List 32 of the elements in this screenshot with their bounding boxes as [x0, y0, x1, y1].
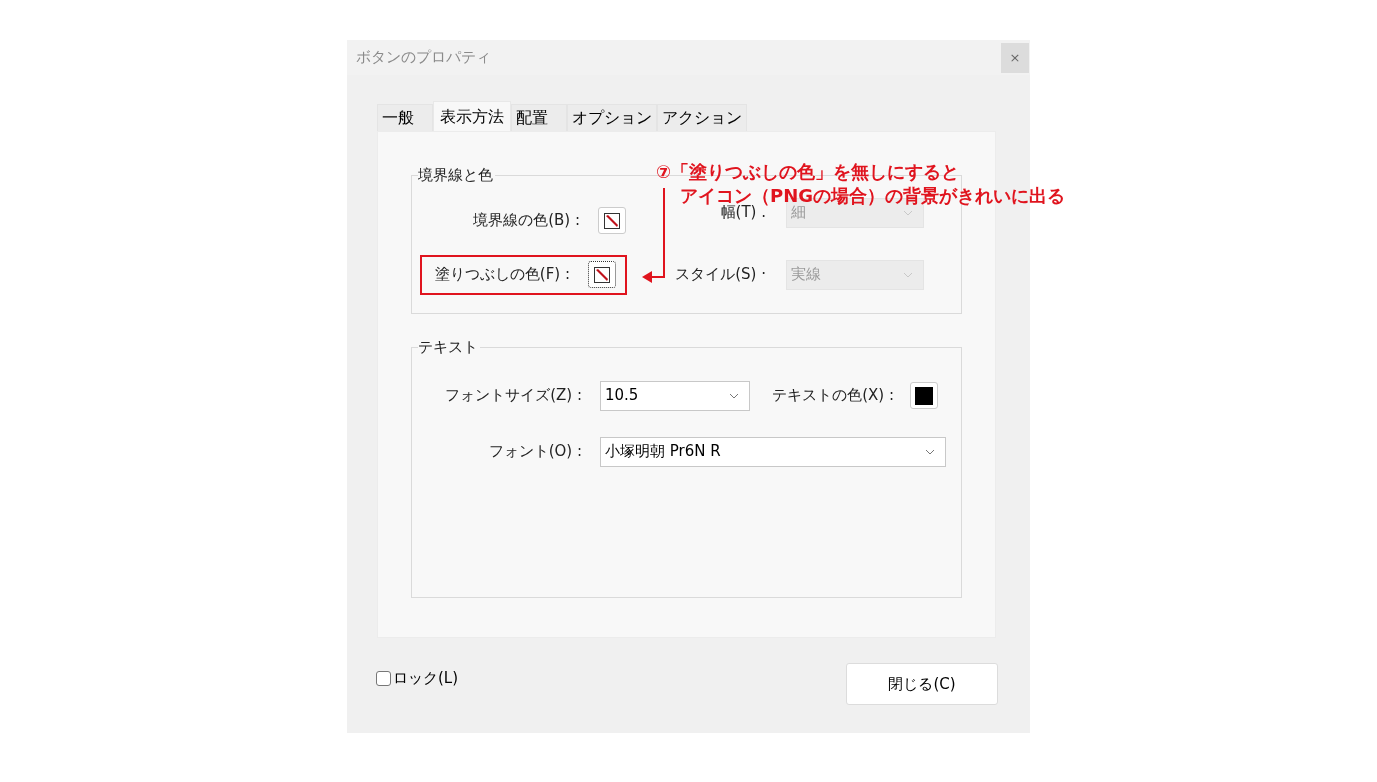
dropdown-field[interactable]: 10.5	[600, 380, 750, 411]
field-label: テキストの色(X) :	[771, 385, 894, 407]
chevron-down-icon	[903, 271, 913, 278]
tab[interactable]: 表示方法	[433, 101, 511, 131]
close-button[interactable]: ×	[1001, 42, 1029, 73]
chevron-down-icon	[925, 448, 935, 455]
tab[interactable]: 一般	[377, 104, 433, 131]
tab[interactable]: 配置	[511, 104, 567, 131]
close-dialog-button[interactable]: 閉じる(C)	[846, 663, 998, 705]
color-swatch-button[interactable]	[588, 261, 616, 288]
field-label: スタイル(S) ·	[674, 264, 766, 286]
window-title: ボタンのプロパティ	[356, 47, 491, 69]
field-label: 境界線の色(B) :	[472, 210, 580, 232]
tab[interactable]: アクション	[657, 104, 747, 131]
dropdown-field[interactable]: 小塚明朝 Pr6N R	[600, 436, 946, 467]
no-color-icon	[604, 212, 620, 229]
field-label: フォント(O) :	[487, 441, 582, 463]
dropdown-value: 小塚明朝 Pr6N R	[605, 441, 721, 463]
dropdown-value: 実線	[791, 264, 821, 286]
no-color-icon	[594, 266, 610, 283]
field-label: フォントサイズ(Z) :	[444, 385, 582, 407]
chevron-down-icon	[903, 209, 913, 216]
field-label: 幅(T) .	[719, 203, 766, 224]
checkbox-label: ロック(L)	[393, 667, 459, 689]
chevron-down-icon	[729, 392, 739, 399]
group-title: 境界線と色	[418, 165, 494, 186]
tab[interactable]: オプション	[567, 104, 657, 131]
annotation-text: ⑦「塗りつぶしの色」を無しにすると	[656, 160, 961, 184]
group-title: テキスト	[418, 337, 479, 358]
field-label: 塗りつぶしの色(F) :	[433, 264, 570, 286]
dropdown-value: 10.5	[605, 385, 639, 407]
lock-checkbox[interactable]	[376, 670, 391, 686]
